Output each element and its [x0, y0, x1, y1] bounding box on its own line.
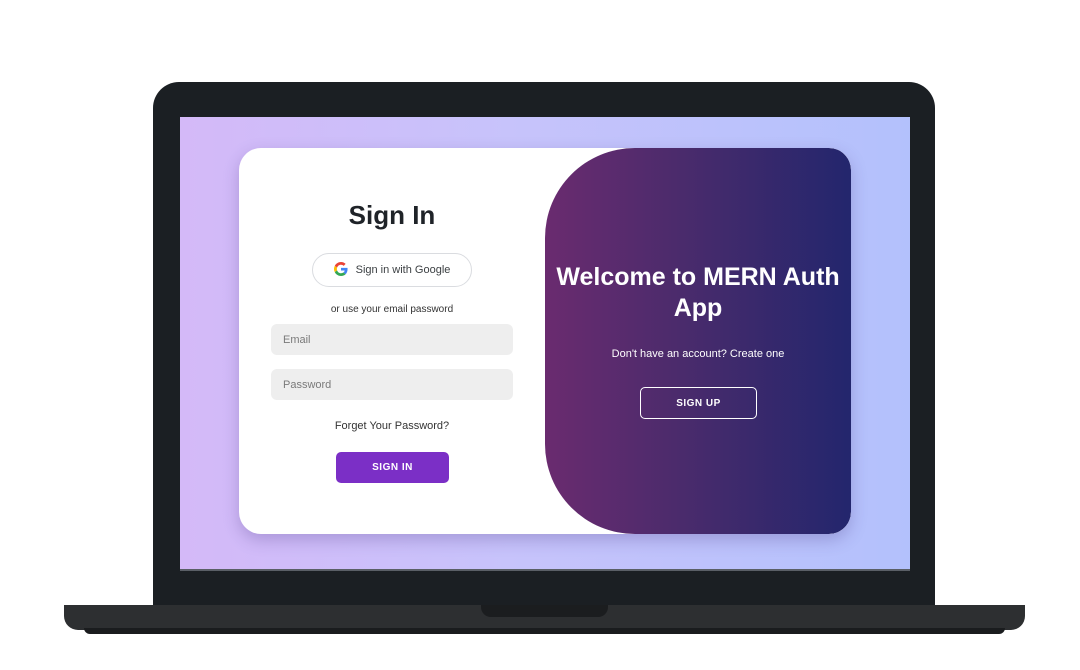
signup-button[interactable]: SIGN UP [640, 387, 757, 419]
laptop-base-shadow [84, 628, 1005, 634]
welcome-title: Welcome to MERN Auth App [556, 263, 840, 322]
laptop-notch [481, 605, 608, 617]
signin-panel: Sign In Sign in with Google or use your … [239, 148, 545, 534]
password-field[interactable] [271, 369, 513, 400]
google-signin-label: Sign in with Google [355, 264, 451, 276]
signin-title: Sign In [348, 200, 436, 230]
email-field[interactable] [271, 324, 513, 355]
google-icon [333, 261, 348, 280]
divider-text: or use your email password [330, 304, 454, 315]
forgot-password-link[interactable]: Forget Your Password? [239, 420, 545, 432]
google-signin-button[interactable]: Sign in with Google [312, 253, 472, 287]
signin-button[interactable]: SIGN IN [336, 452, 449, 483]
auth-card: Sign In Sign in with Google or use your … [239, 148, 851, 534]
laptop-screen: Sign In Sign in with Google or use your … [180, 117, 910, 571]
welcome-subtitle: Don't have an account? Create one [611, 348, 785, 360]
screen-bottom-bezel-line [180, 569, 910, 571]
welcome-panel: Welcome to MERN Auth App Don't have an a… [545, 148, 851, 534]
